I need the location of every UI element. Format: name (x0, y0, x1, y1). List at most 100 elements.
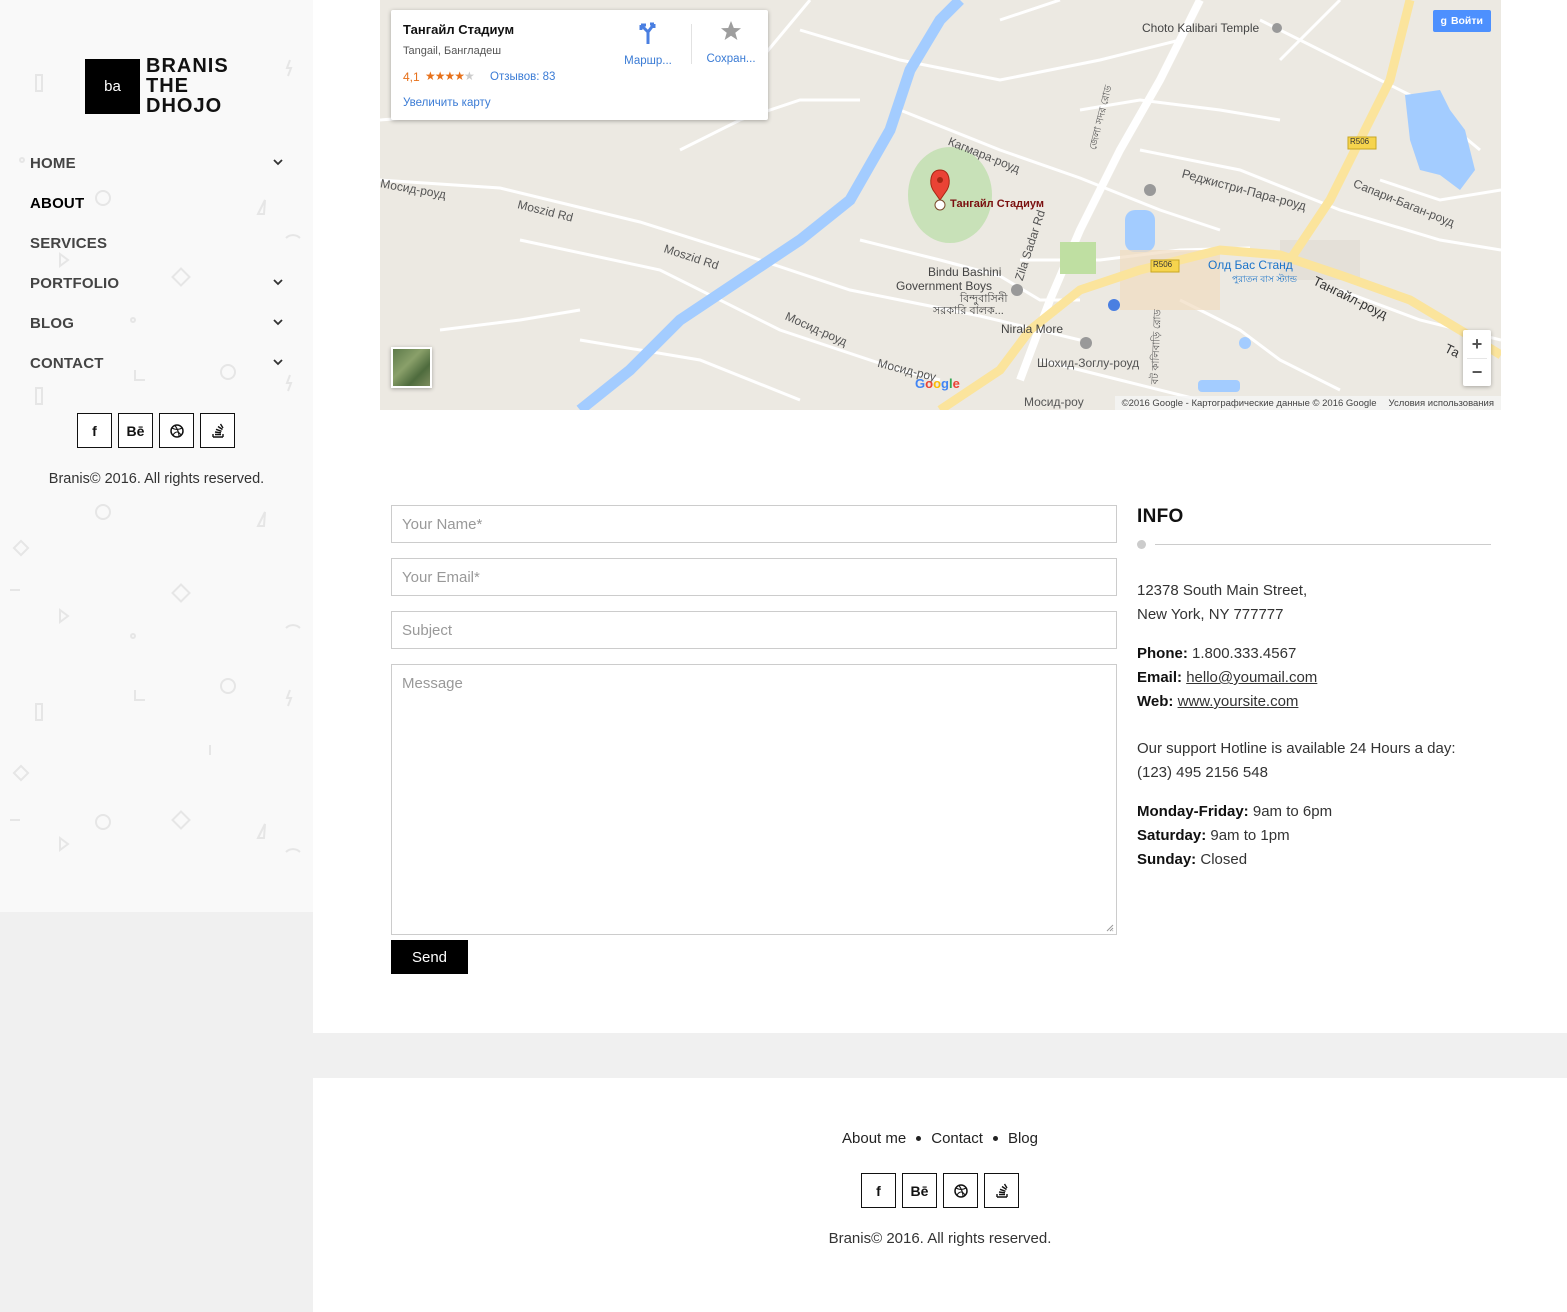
dribbble-link[interactable] (943, 1173, 978, 1208)
phone-label: Phone: (1137, 645, 1188, 662)
logo-wordmark: BRANIS THE DHOJO (146, 56, 229, 116)
name-input[interactable]: Your Name* (391, 505, 1117, 543)
enlarge-map-link[interactable]: Увеличить карту (403, 97, 491, 109)
subject-input[interactable]: Subject (391, 611, 1117, 649)
zoom-out-button[interactable]: − (1463, 358, 1491, 386)
satellite-toggle[interactable] (391, 347, 432, 388)
directions-label: Маршр... (624, 55, 672, 67)
address-line-2: New York, NY 777777 (1137, 606, 1284, 623)
google-signin-button[interactable]: g Войти (1432, 10, 1491, 32)
footer-copyright: Branis© 2016. All rights reserved. (828, 1230, 1052, 1247)
stack-link[interactable] (984, 1173, 1019, 1208)
google-map[interactable]: Choto Kalibari Temple Кагмара-роуд Реджи… (380, 0, 1501, 410)
sidebar: ba BRANIS THE DHOJO HOME ABOUT SERVICES … (0, 0, 313, 912)
sunday-hours: Closed (1200, 851, 1248, 868)
map-section: Choto Kalibari Temple Кагмара-роуд Реджи… (313, 0, 1567, 410)
nav-item-about[interactable]: ABOUT (30, 183, 288, 223)
map-badge-r506-2: R506 (1153, 260, 1173, 269)
send-button[interactable]: Send (391, 940, 468, 974)
address: 12378 South Main Street, New York, NY 77… (1137, 579, 1491, 627)
email-input[interactable]: Your Email* (391, 558, 1117, 596)
contact-details: Phone: 1.800.333.4567 Email: hello@youma… (1137, 642, 1491, 714)
stack-link[interactable] (200, 413, 235, 448)
footer-social-links: f Bē (861, 1173, 1019, 1208)
zoom-in-button[interactable]: + (1463, 330, 1491, 358)
map-place-card: Тангайл Стадиум Tangail, Бангладеш 4,1 ★… (391, 10, 768, 120)
zoom-control: + − (1463, 330, 1491, 386)
place-rating: 4,1 (403, 70, 420, 84)
sunday-label: Sunday: (1137, 851, 1197, 868)
nav-label: BLOG (30, 314, 75, 332)
logo-line-3: DHOJO (146, 95, 223, 117)
saturday-hours: 9am to 1pm (1210, 827, 1290, 844)
star-icon (721, 21, 741, 40)
message-textarea[interactable]: Message (391, 664, 1117, 935)
behance-link[interactable]: Bē (118, 413, 153, 448)
map-data-attribution: ©2016 Google - Картографические данные ©… (1121, 397, 1377, 409)
behance-link[interactable]: Bē (902, 1173, 937, 1208)
contact-section: Your Name* Your Email* Subject Message S… (313, 410, 1567, 1033)
nav-item-home[interactable]: HOME (30, 143, 288, 183)
nav-label: CONTACT (30, 354, 104, 372)
dribbble-icon (953, 1183, 968, 1198)
message-placeholder: Message (402, 675, 463, 692)
hotline-number: (123) 495 2156 548 (1137, 764, 1268, 781)
address-line-1: 12378 South Main Street, (1137, 582, 1308, 599)
facebook-icon: f (876, 1182, 881, 1199)
opening-hours: Monday-Friday: 9am to 6pm Saturday: 9am … (1137, 800, 1491, 872)
place-reviews-link[interactable]: Отзывов: 83 (490, 71, 555, 83)
footer: About me Contact Blog f Bē Branis© 2016.… (313, 1078, 1567, 1312)
background-pattern (10, 59, 301, 853)
nav-label: SERVICES (30, 234, 108, 252)
map-label-bindu-1: Bindu Bashini (928, 265, 1002, 279)
terms-of-use-link[interactable]: Условия использования (1389, 398, 1494, 409)
logo-line-1: BRANIS (146, 55, 229, 77)
behance-icon: Bē (910, 1182, 929, 1199)
chevron-down-icon[interactable] (272, 276, 284, 288)
brand-logo[interactable]: ba BRANIS THE DHOJO (85, 56, 229, 116)
title-divider (1137, 540, 1491, 549)
dribbble-icon (169, 423, 184, 438)
chevron-down-icon[interactable] (272, 156, 284, 168)
web-label: Web: (1137, 693, 1174, 710)
card-divider (691, 24, 692, 64)
nav-item-services[interactable]: SERVICES (30, 223, 288, 263)
nav-item-contact[interactable]: CONTACT (30, 343, 288, 383)
nav-item-blog[interactable]: BLOG (30, 303, 288, 343)
footer-nav: About me Contact Blog (313, 1130, 1567, 1147)
footer-link-blog[interactable]: Blog (1008, 1130, 1038, 1147)
facebook-link[interactable]: f (861, 1173, 896, 1208)
nav-label: ABOUT (30, 194, 85, 212)
weekday-hours: 9am to 6pm (1252, 803, 1333, 820)
zoom-separator (1467, 358, 1487, 359)
chevron-down-icon[interactable] (272, 316, 284, 328)
footer-link-about[interactable]: About me (842, 1130, 906, 1147)
facebook-link[interactable]: f (77, 413, 112, 448)
star-rating-icon: ★★★★★ (425, 69, 475, 83)
website-link[interactable]: www.yoursite.com (1178, 693, 1299, 710)
map-label-mosid-road-4: Мосид-роу (1024, 395, 1084, 409)
chevron-down-icon[interactable] (272, 356, 284, 368)
map-label-bindu-bn-2: সরকারি বালক... (933, 305, 1004, 317)
email-label: Email: (1137, 669, 1183, 686)
info-title: INFO (1137, 506, 1184, 527)
google-logo: Google (915, 376, 960, 391)
map-label-temple: Choto Kalibari Temple (1142, 21, 1260, 35)
saturday-label: Saturday: (1137, 827, 1207, 844)
map-attribution: ©2016 Google - Картографические данные ©… (1114, 396, 1501, 410)
stack-icon (211, 423, 224, 438)
logo-line-2: THE (146, 75, 189, 97)
directions-button[interactable]: Маршр... (613, 20, 683, 67)
bullet-separator (916, 1136, 922, 1141)
save-place-button[interactable]: Сохран... (696, 20, 766, 65)
logo-mark: ba (85, 58, 140, 114)
hotline-text: Our support Hotline is available 24 Hour… (1137, 740, 1456, 757)
behance-icon: Bē (126, 422, 145, 439)
save-label: Сохран... (706, 53, 756, 65)
dribbble-link[interactable] (159, 413, 194, 448)
resize-handle-icon[interactable] (1105, 923, 1114, 932)
sidebar-social-links: f Bē (77, 413, 235, 448)
nav-item-portfolio[interactable]: PORTFOLIO (30, 263, 288, 303)
email-link[interactable]: hello@youmail.com (1186, 669, 1317, 686)
footer-link-contact[interactable]: Contact (931, 1130, 983, 1147)
